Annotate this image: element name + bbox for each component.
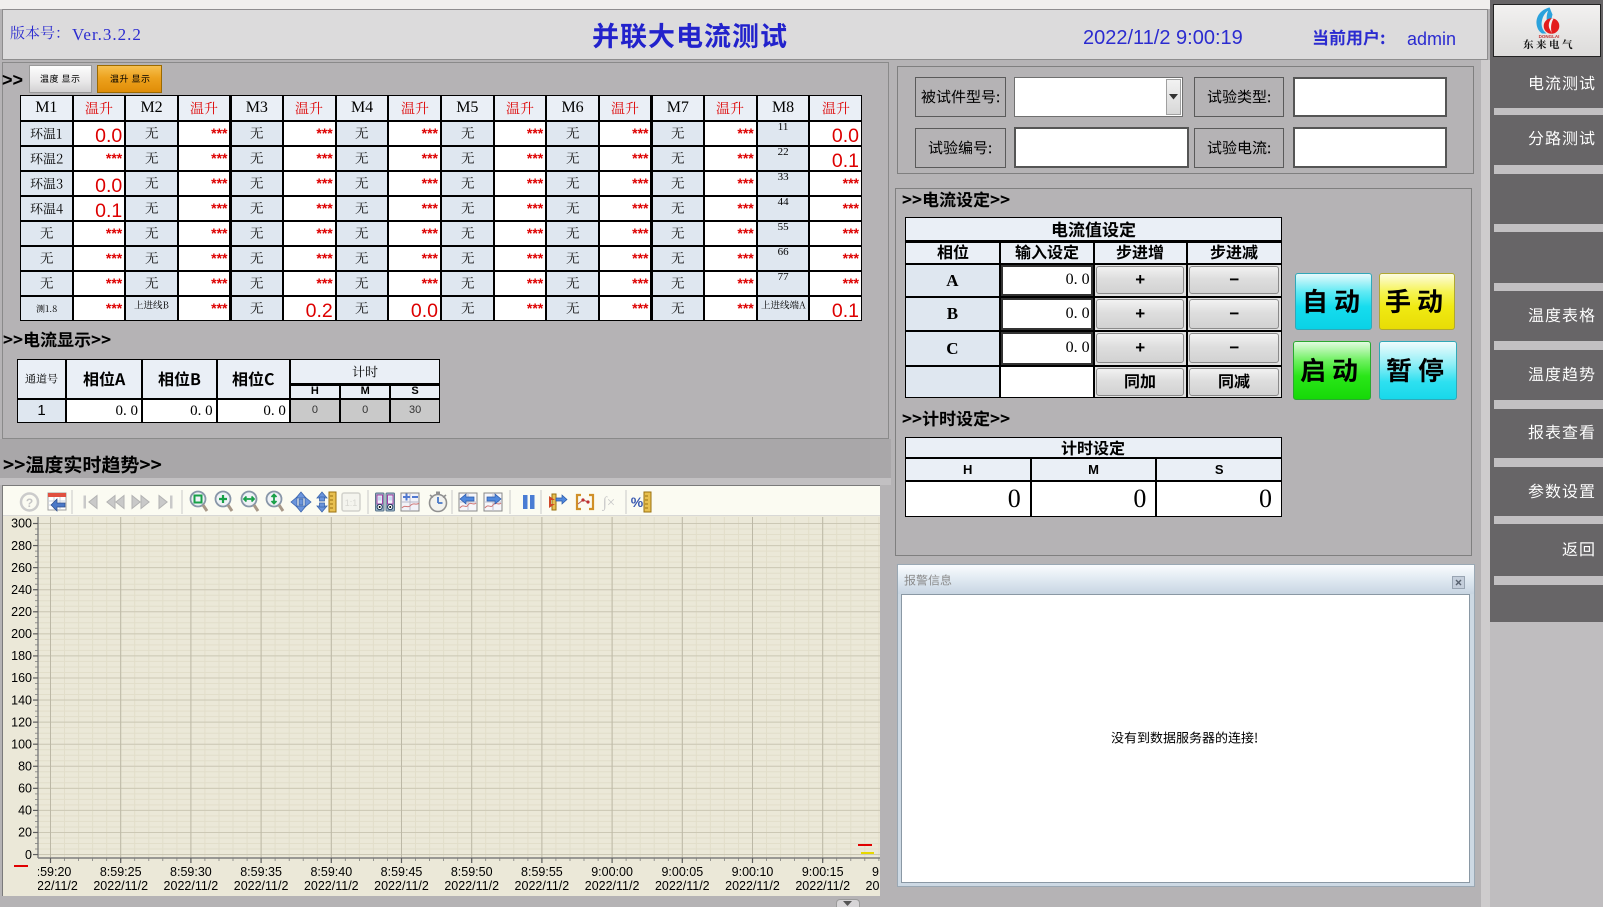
svg-text:80: 80 [18, 760, 32, 774]
svg-text:9:00:05: 9:00:05 [661, 865, 703, 879]
svg-text:2022/11/2: 2022/11/2 [164, 879, 219, 893]
svg-text:2022/11/2: 2022/11/2 [585, 879, 640, 893]
svg-text:40: 40 [18, 804, 32, 818]
svg-text:300: 300 [11, 517, 32, 531]
svg-text:8:59:55: 8:59:55 [521, 865, 563, 879]
svg-text:9:00:00: 9:00:00 [591, 865, 633, 879]
svg-text:140: 140 [11, 693, 32, 707]
svg-text:9:00:20: 9:00:20 [872, 865, 880, 879]
svg-text:8:59:35: 8:59:35 [240, 865, 282, 879]
svg-text:60: 60 [18, 782, 32, 796]
svg-text:9:00:10: 9:00:10 [732, 865, 774, 879]
svg-text:2022/11/2: 2022/11/2 [725, 879, 780, 893]
svg-text:9:00:15: 9:00:15 [802, 865, 844, 879]
svg-text:180: 180 [11, 649, 32, 663]
svg-text:?: ? [26, 496, 33, 510]
svg-text:200: 200 [11, 627, 32, 641]
svg-text:2022/11/2: 2022/11/2 [866, 879, 880, 893]
svg-text:8:59:40: 8:59:40 [310, 865, 352, 879]
svg-text:2022/11/2: 2022/11/2 [444, 879, 499, 893]
svg-text:2022/11/2: 2022/11/2 [795, 879, 850, 893]
svg-text:240: 240 [11, 583, 32, 597]
svg-text:2022/11/2: 2022/11/2 [515, 879, 570, 893]
svg-text:2022/11/2: 2022/11/2 [655, 879, 710, 893]
svg-text:0: 0 [25, 848, 32, 862]
svg-text:20: 20 [18, 826, 32, 840]
svg-text:260: 260 [11, 561, 32, 575]
svg-text:1:1: 1:1 [345, 498, 358, 508]
svg-text:120: 120 [11, 715, 32, 729]
svg-text:8:59:45: 8:59:45 [381, 865, 423, 879]
svg-text:220: 220 [11, 605, 32, 619]
svg-text:2022/11/2: 2022/11/2 [93, 879, 148, 893]
svg-text:280: 280 [11, 539, 32, 553]
svg-text:8:59:25: 8:59:25 [100, 865, 142, 879]
svg-text:8:59:30: 8:59:30 [170, 865, 212, 879]
svg-text:2022/11/2: 2022/11/2 [374, 879, 429, 893]
svg-text:8:59:50: 8:59:50 [451, 865, 493, 879]
svg-text:2022/11/2: 2022/11/2 [304, 879, 359, 893]
svg-text:2022/11/2: 2022/11/2 [234, 879, 289, 893]
svg-text:160: 160 [11, 671, 32, 685]
svg-text:100: 100 [11, 737, 32, 751]
